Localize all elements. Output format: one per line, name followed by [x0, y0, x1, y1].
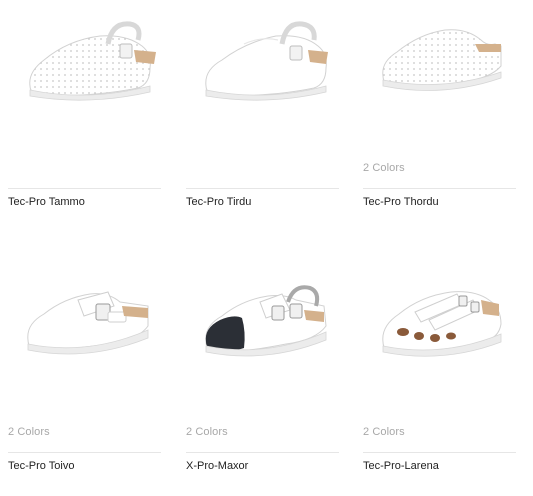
- product-name[interactable]: Tec-Pro Toivo: [8, 460, 74, 472]
- product-colors: 2 Colors: [186, 426, 228, 438]
- divider: [8, 188, 161, 189]
- product-colors: 2 Colors: [8, 426, 50, 438]
- divider: [363, 452, 516, 453]
- perforated-slip-clog-icon[interactable]: [363, 6, 518, 126]
- product-card[interactable]: 2 Colors Tec-Pro Thordu: [363, 6, 518, 236]
- product-name[interactable]: Tec-Pro-Larena: [363, 460, 439, 472]
- safety-toe-clog-icon[interactable]: [186, 270, 341, 390]
- divider: [186, 452, 339, 453]
- perforated-clog-strap-icon[interactable]: [8, 6, 163, 126]
- product-name[interactable]: Tec-Pro Thordu: [363, 196, 439, 208]
- product-card[interactable]: Tec-Pro Tammo: [8, 6, 163, 236]
- buckle-clog-icon[interactable]: [8, 270, 163, 390]
- divider: [8, 452, 161, 453]
- cutout-sandal-icon[interactable]: [363, 270, 518, 390]
- product-colors: 2 Colors: [363, 426, 405, 438]
- product-card[interactable]: 2 Colors Tec-Pro Toivo: [8, 270, 163, 496]
- product-name[interactable]: Tec-Pro Tirdu: [186, 196, 251, 208]
- product-grid: Tec-Pro Tammo Tec-Pro Tirdu 2 Colors Tec…: [0, 0, 533, 496]
- product-name[interactable]: Tec-Pro Tammo: [8, 196, 85, 208]
- product-card[interactable]: 2 Colors X-Pro-Maxor: [186, 270, 341, 496]
- divider: [363, 188, 516, 189]
- divider: [186, 188, 339, 189]
- product-card[interactable]: Tec-Pro Tirdu: [186, 6, 341, 236]
- smooth-clog-strap-icon[interactable]: [186, 6, 341, 126]
- product-name[interactable]: X-Pro-Maxor: [186, 460, 248, 472]
- product-card[interactable]: 2 Colors Tec-Pro-Larena: [363, 270, 518, 496]
- product-colors: 2 Colors: [363, 162, 405, 174]
